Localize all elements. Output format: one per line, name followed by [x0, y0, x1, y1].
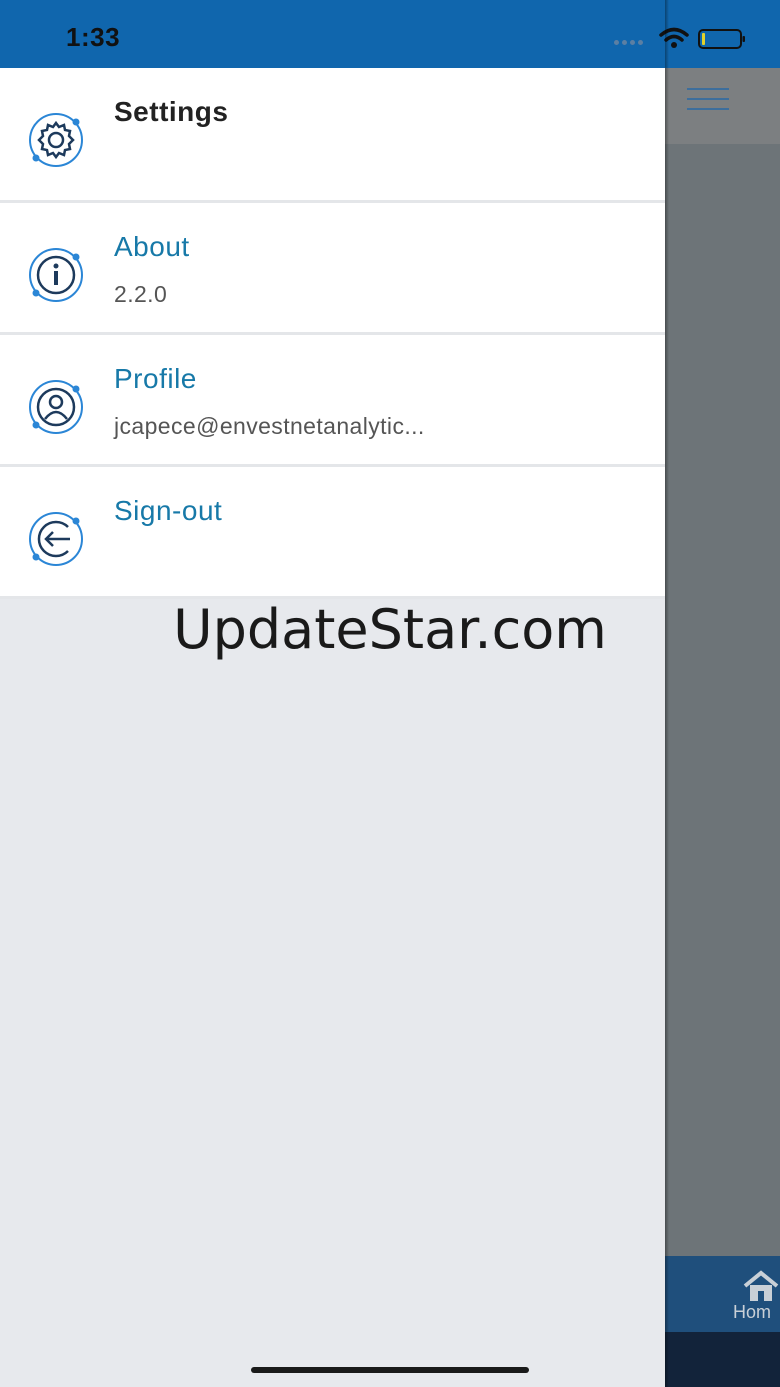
- watermark-label: UpdateStar.com: [173, 598, 607, 661]
- battery-icon: [698, 29, 745, 49]
- profile-email: jcapece@envestnetanalytic...: [114, 413, 425, 439]
- tab-home[interactable]: Hom: [733, 1262, 780, 1326]
- app-version: 2.2.0: [114, 281, 168, 307]
- tab-home-label: Hom: [733, 1302, 772, 1322]
- menu-item-about[interactable]: About 2.2.0: [0, 203, 665, 335]
- home-icon: [743, 1270, 779, 1301]
- menu-item-title: Profile: [114, 363, 197, 394]
- drawer-shadow: [665, 0, 669, 1387]
- side-drawer: Settings About 2.2.0 Profile jcapece@env…: [0, 68, 665, 1387]
- user-icon: [29, 380, 83, 434]
- menu-item-title: Sign-out: [114, 495, 223, 526]
- background-tab-bar: Hom: [665, 1256, 780, 1332]
- background-page[interactable]: Hom: [665, 68, 780, 1387]
- cellular-signal-icon: [614, 40, 643, 45]
- sign-out-icon: [29, 512, 83, 566]
- status-bar: 1:33: [0, 0, 780, 68]
- menu-item-sign-out[interactable]: Sign-out: [0, 467, 665, 599]
- drawer-menu-list: Settings About 2.2.0 Profile jcapece@env…: [0, 68, 665, 599]
- watermark-text: UpdateStar.com: [0, 598, 780, 661]
- hamburger-menu-icon[interactable]: [687, 88, 729, 112]
- status-time: 1:33: [66, 22, 121, 52]
- background-bottom-area: [665, 1332, 780, 1387]
- wifi-icon: [659, 27, 689, 48]
- gear-icon: [29, 113, 83, 167]
- home-indicator[interactable]: [251, 1367, 529, 1373]
- menu-item-title: About: [114, 231, 190, 262]
- menu-item-settings[interactable]: Settings: [0, 68, 665, 203]
- menu-item-title: Settings: [114, 96, 229, 127]
- info-icon: [29, 248, 83, 302]
- background-header: [665, 68, 780, 144]
- menu-item-profile[interactable]: Profile jcapece@envestnetanalytic...: [0, 335, 665, 467]
- screen: 1:33 Hom Settings About 2.2.0 Profile jc…: [0, 0, 780, 1387]
